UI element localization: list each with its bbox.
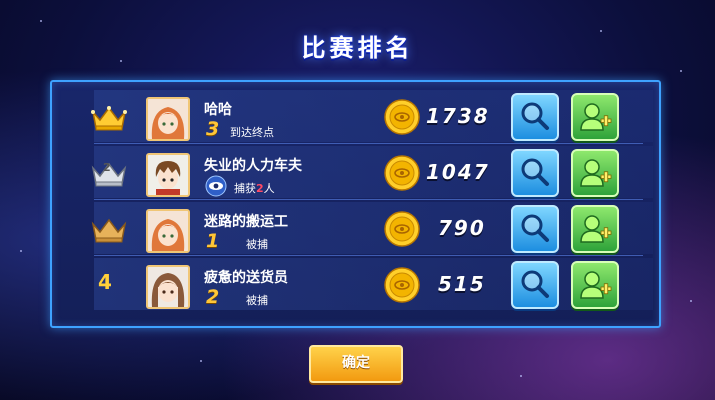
gold-coin-icon: [384, 155, 420, 191]
gold-coin-icon: [384, 267, 420, 303]
view-player-button[interactable]: [511, 93, 559, 141]
ranking-row: 2 失业的人力车夫 捕获2人 1047: [54, 144, 653, 200]
player-name: 疲惫的送货员: [204, 270, 288, 286]
player-status: 被捕: [246, 238, 268, 251]
star-decoration: [690, 300, 692, 302]
rank-number: 4: [98, 270, 112, 294]
rank-number: 2: [103, 161, 111, 174]
player-avatar: [146, 97, 190, 141]
capture-suffix: 人: [263, 182, 275, 195]
view-player-button[interactable]: [511, 261, 559, 309]
player-name: 迷路的搬运工: [204, 214, 288, 230]
eye-icon: [205, 175, 227, 197]
view-player-button[interactable]: [511, 149, 559, 197]
star-decoration: [20, 250, 22, 252]
add-friend-icon: [580, 159, 612, 187]
add-friend-button[interactable]: [571, 205, 619, 253]
capture-count-text: 捕获2人: [234, 180, 275, 196]
bronze-crown-icon: [91, 218, 127, 243]
add-friend-button[interactable]: [571, 93, 619, 141]
star-decoration: [40, 20, 42, 22]
add-friend-button[interactable]: [571, 149, 619, 197]
magnifier-icon: [521, 158, 549, 186]
capture-prefix: 捕获: [234, 182, 256, 195]
add-friend-button[interactable]: [571, 261, 619, 309]
player-avatar: [146, 153, 190, 197]
finish-position: 2: [206, 286, 220, 308]
ranking-row: 迷路的搬运工 1 被捕 790: [54, 200, 653, 256]
magnifier-icon: [521, 214, 549, 242]
player-score: 1047: [426, 160, 490, 184]
magnifier-icon: [521, 102, 549, 130]
player-avatar: [146, 265, 190, 309]
player-avatar: [146, 209, 190, 253]
player-status: 被捕: [246, 294, 268, 307]
ranking-row: 哈哈 3 到达终点 1738: [54, 88, 653, 144]
view-player-button[interactable]: [511, 205, 559, 253]
ranking-row: 4 疲惫的送货员 2 被捕 515: [54, 256, 653, 312]
page-title: 比赛排名: [301, 34, 414, 62]
player-score: 1738: [426, 104, 490, 128]
player-score: 790: [438, 216, 486, 240]
gold-coin-icon: [384, 99, 420, 135]
confirm-button[interactable]: 确定: [309, 345, 403, 383]
add-friend-icon: [580, 215, 612, 243]
star-decoration: [200, 360, 202, 362]
player-score: 515: [438, 272, 486, 296]
capture-count: 2: [256, 182, 264, 195]
player-name: 哈哈: [204, 102, 232, 118]
player-name: 失业的人力车夫: [204, 158, 302, 174]
player-status: 到达终点: [230, 126, 274, 139]
finish-position: 1: [206, 230, 220, 252]
star-decoration: [520, 375, 522, 377]
gold-crown-icon: [91, 106, 127, 131]
add-friend-icon: [580, 103, 612, 131]
finish-position: 3: [206, 118, 220, 140]
gold-coin-icon: [384, 211, 420, 247]
star-decoration: [680, 70, 682, 72]
magnifier-icon: [521, 270, 549, 298]
add-friend-icon: [580, 271, 612, 299]
game-screen: 比赛排名 哈哈 3 到达终点 1738 2 失业的人力车夫 捕获2人 1047 …: [0, 0, 715, 400]
